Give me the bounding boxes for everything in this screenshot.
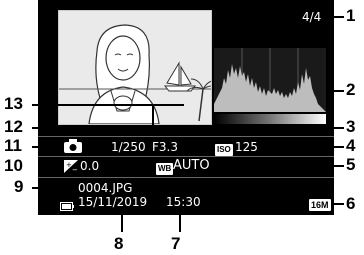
callout-line-6 (334, 203, 344, 205)
divider (38, 177, 334, 178)
callout-4: 4 (346, 136, 356, 155)
callout-line-10 (42, 166, 52, 168)
callout-10: 10 (4, 156, 23, 175)
histogram (214, 48, 326, 112)
svg-text:−: − (72, 166, 78, 173)
callout-13: 13 (4, 94, 23, 113)
histogram-graph (214, 48, 326, 112)
callout-3: 3 (346, 117, 356, 136)
callout-line-8 (121, 210, 123, 232)
callout-line-2 (326, 90, 344, 92)
capture-date: 15/11/2019 (78, 195, 148, 209)
exposure-comp-value: 0.0 (80, 159, 100, 173)
iso-badge: ISO (215, 143, 233, 156)
iso-value: 125 (235, 140, 258, 154)
capture-time: 15:30 (166, 195, 201, 209)
callout-12: 12 (4, 117, 23, 136)
callout-5: 5 (346, 155, 356, 174)
callout-6: 6 (346, 194, 356, 213)
callout-7: 7 (171, 234, 181, 253)
callout-line-12-vertical (120, 127, 122, 135)
callout-line-9 (32, 187, 76, 189)
callout-line-4 (266, 146, 344, 148)
divider (38, 156, 334, 157)
wb-icon: WB (156, 160, 174, 178)
photo-illustration (59, 11, 211, 124)
shutter-speed: 1/250 (111, 140, 146, 154)
divider (38, 136, 334, 137)
image-counter: 4/4 (302, 10, 322, 24)
callout-9: 9 (14, 177, 24, 196)
exposure-comp-icon: + − (64, 160, 78, 178)
white-balance-value: AUTO (173, 158, 210, 173)
callout-11: 11 (4, 136, 22, 155)
image-size-badge: 16M (309, 198, 331, 211)
callout-line-7 (179, 210, 181, 232)
file-name: 0004.JPG (78, 181, 133, 195)
callout-line-13-vertical (152, 104, 154, 134)
wb-badge: WB (156, 162, 174, 175)
callout-2: 2 (346, 80, 356, 99)
callout-line-1 (330, 16, 344, 18)
battery-icon (60, 198, 74, 215)
image-size-icon: 16M (309, 196, 331, 214)
callout-line-13 (32, 104, 184, 106)
callout-8: 8 (114, 234, 124, 253)
camera-lcd-screen: 4/4 1/250 F3.3 ISO 125 + − 0.0 WB AUTO 0… (38, 0, 334, 215)
callout-1: 1 (346, 6, 356, 25)
callout-line-5 (224, 165, 344, 167)
brightness-gradient-bar (214, 114, 326, 124)
aperture-value: F3.3 (152, 140, 178, 154)
callout-line-12 (32, 127, 122, 129)
callout-line-3 (326, 127, 344, 129)
image-thumbnail (58, 10, 212, 125)
callout-line-11 (32, 146, 52, 148)
